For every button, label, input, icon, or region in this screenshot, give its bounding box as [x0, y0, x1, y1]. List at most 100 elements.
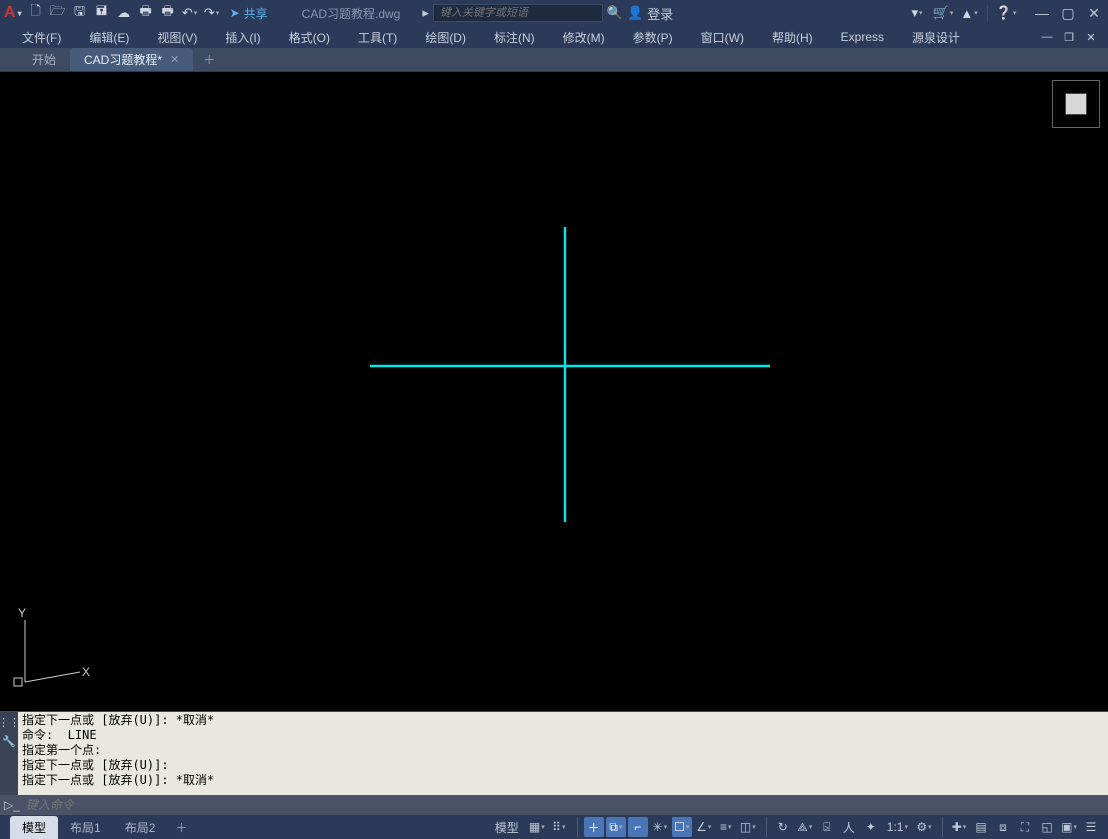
snap-icon[interactable]: ⠿ — [549, 817, 569, 837]
dynamic-input-icon[interactable]: ⧉ — [606, 817, 626, 837]
command-handle[interactable]: ⋮⋮ 🔧 — [0, 712, 18, 795]
svg-text:X: X — [82, 665, 90, 679]
menu-edit[interactable]: 编辑(E) — [75, 29, 143, 46]
search-icon[interactable]: 🔍 — [607, 5, 623, 21]
menu-draw[interactable]: 绘图(D) — [411, 29, 480, 46]
saveas-icon[interactable]: 🖬 — [94, 5, 110, 21]
command-history[interactable]: 指定下一点或 [放弃(U)]: *取消* 命令: LINE 指定第一个点: 指定… — [18, 712, 1108, 795]
share-button[interactable]: ➤ 共享 — [230, 5, 268, 22]
menu-file[interactable]: 文件(F) — [8, 29, 75, 46]
minimize-button[interactable]: — — [1032, 3, 1052, 23]
status-buttons: 模型 ▦ ⠿ ＋ ⧉ ⌐ ✳ ☐ ∠ ≡ ◫ ↻ ⟁ ⍄ 人 ✦ 1:1 ⚙ ✚… — [486, 817, 1108, 837]
plot-icon[interactable]: 🖶 — [138, 5, 154, 21]
close-button[interactable]: ✕ — [1084, 3, 1104, 23]
3dosnap-icon[interactable]: ⟁ — [795, 817, 815, 837]
web-save-icon[interactable]: ☁ — [116, 5, 132, 21]
layout-tab-add[interactable]: ＋ — [167, 816, 195, 839]
polar-icon[interactable]: ✳ — [650, 817, 670, 837]
annotation-monitor-icon[interactable]: ✚ — [949, 817, 969, 837]
grid-icon[interactable]: ▦ — [527, 817, 547, 837]
drawing-canvas[interactable]: Y X — [0, 72, 1108, 711]
menu-bar: 文件(F) 编辑(E) 视图(V) 插入(I) 格式(O) 工具(T) 绘图(D… — [0, 26, 1108, 48]
layout-tab-1[interactable]: 布局1 — [58, 816, 113, 839]
quick-prop-icon[interactable]: ⧈ — [993, 817, 1013, 837]
menu-modify[interactable]: 修改(M) — [549, 29, 619, 46]
lineweight-icon[interactable]: ≡ — [716, 817, 736, 837]
layout-tab-2[interactable]: 布局2 — [113, 816, 168, 839]
hardware-accel-icon[interactable]: ⛶ — [1015, 817, 1035, 837]
new-icon[interactable]: 🗋 — [28, 5, 44, 21]
mdi-minimize[interactable]: — — [1038, 29, 1056, 45]
cart-icon[interactable]: 🛒 — [935, 5, 951, 21]
tab-document[interactable]: CAD习题教程* ✕ — [70, 48, 193, 71]
workspace-icon[interactable]: ⚙ — [914, 817, 934, 837]
maximize-button[interactable]: ▢ — [1058, 3, 1078, 23]
otrack-icon[interactable]: ∠ — [694, 817, 714, 837]
title-right-tools: ▾ 🛒 ▲ ❔ — ▢ ✕ — [903, 3, 1104, 23]
status-bar: 模型 布局1 布局2 ＋ 模型 ▦ ⠿ ＋ ⧉ ⌐ ✳ ☐ ∠ ≡ ◫ ↻ ⟁ … — [0, 815, 1108, 839]
share-label: 共享 — [244, 5, 268, 22]
apps-icon[interactable]: ▲ — [961, 5, 977, 21]
gizmo-icon[interactable]: ✦ — [861, 817, 881, 837]
wrench-icon[interactable]: 🔧 — [2, 735, 16, 748]
mdi-close[interactable]: ✕ — [1082, 29, 1100, 45]
share-icon: ➤ — [230, 6, 240, 20]
user-icon: 👤 — [627, 5, 643, 21]
login-label: 登录 — [647, 4, 673, 23]
menu-format[interactable]: 格式(O) — [275, 29, 344, 46]
print-icon[interactable]: 🖶 — [160, 5, 176, 21]
layout-tabs: 模型 布局1 布局2 ＋ — [0, 815, 195, 839]
menu-tools[interactable]: 工具(T) — [344, 29, 411, 46]
infer-icon[interactable]: ＋ — [584, 817, 604, 837]
command-input[interactable] — [26, 798, 1104, 812]
login-button[interactable]: 👤 登录 — [627, 4, 673, 23]
ortho-icon[interactable]: ⌐ — [628, 817, 648, 837]
window-controls: — ▢ ✕ — [1032, 3, 1104, 23]
ducs-icon[interactable]: ⍄ — [817, 817, 837, 837]
osnap-icon[interactable]: ☐ — [672, 817, 692, 837]
view-cube[interactable] — [1052, 80, 1100, 128]
tab-close-icon[interactable]: ✕ — [170, 53, 179, 66]
document-tab-bar: 开始 CAD习题教程* ✕ ＋ — [0, 48, 1108, 72]
view-cube-face — [1065, 93, 1087, 115]
isolate-icon[interactable]: ◱ — [1037, 817, 1057, 837]
search-input[interactable] — [433, 4, 603, 22]
document-title: CAD习题教程.dwg — [302, 5, 401, 22]
separator — [987, 5, 988, 21]
units-icon[interactable]: ▤ — [971, 817, 991, 837]
cycling-icon[interactable]: ↻ — [773, 817, 793, 837]
app-logo[interactable]: A — [4, 4, 22, 22]
tab-start[interactable]: 开始 — [18, 48, 70, 71]
clean-screen-icon[interactable]: ▣ — [1059, 817, 1079, 837]
mdi-restore[interactable]: ❐ — [1060, 29, 1078, 45]
menu-help[interactable]: 帮助(H) — [758, 29, 827, 46]
menu-insert[interactable]: 插入(I) — [211, 29, 274, 46]
customize-icon[interactable]: ☰ — [1081, 817, 1101, 837]
command-input-row: ▷_ — [0, 795, 1108, 815]
save-icon[interactable]: 🖫 — [72, 5, 88, 21]
mdi-controls: — ❐ ✕ — [1038, 29, 1100, 45]
exchange-icon[interactable]: ▾ — [909, 5, 925, 21]
menu-param[interactable]: 参数(P) — [619, 29, 687, 46]
open-icon[interactable]: 🗁 — [50, 5, 66, 21]
tab-add[interactable]: ＋ — [193, 48, 225, 71]
redo-icon[interactable]: ↷ — [204, 5, 220, 21]
menu-window[interactable]: 窗口(W) — [687, 29, 758, 46]
search-caret-icon: ▸ — [422, 5, 429, 21]
menu-dim[interactable]: 标注(N) — [480, 29, 549, 46]
menu-view[interactable]: 视图(V) — [143, 29, 211, 46]
modelspace-button[interactable]: 模型 — [489, 817, 525, 837]
drawing-content: Y X — [0, 72, 1108, 692]
undo-icon[interactable]: ↶ — [182, 5, 198, 21]
menu-yuanquan[interactable]: 源泉设计 — [898, 29, 974, 46]
grip-icon: ⋮⋮ — [0, 716, 20, 729]
help-icon[interactable]: ❔ — [998, 5, 1014, 21]
annotation-scale-label[interactable]: 1:1 — [883, 817, 912, 837]
selection-filter-icon[interactable]: 人 — [839, 817, 859, 837]
transparency-icon[interactable]: ◫ — [738, 817, 758, 837]
command-prompt-icon: ▷_ — [4, 798, 20, 812]
layout-tab-model[interactable]: 模型 — [10, 816, 58, 839]
menu-express[interactable]: Express — [827, 30, 898, 44]
quick-access-toolbar: 🗋 🗁 🖫 🖬 ☁ 🖶 🖶 ↶ ↷ ➤ 共享 — [28, 5, 268, 22]
title-bar: A 🗋 🗁 🖫 🖬 ☁ 🖶 🖶 ↶ ↷ ➤ 共享 CAD习题教程.dwg ▸ 🔍… — [0, 0, 1108, 26]
